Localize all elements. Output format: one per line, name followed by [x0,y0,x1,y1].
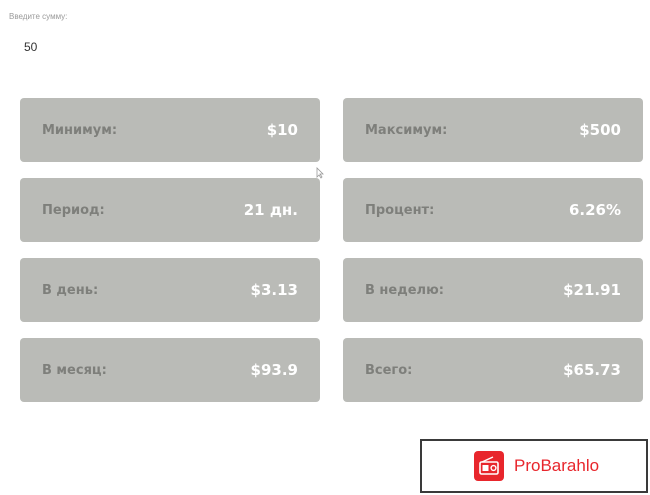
card-percent: Процент: 6.26% [343,178,643,242]
card-value: $500 [579,121,621,139]
card-label: Процент: [365,202,435,218]
card-per-day: В день: $3.13 [20,258,320,322]
card-period: Период: 21 дн. [20,178,320,242]
amount-label: Введите сумму: [9,12,68,21]
card-total: Всего: $65.73 [343,338,643,402]
card-value: $93.9 [250,361,298,379]
results-grid: Минимум: $10 Максимум: $500 Период: 21 д… [20,98,643,402]
radio-icon [474,451,504,481]
card-value: $21.91 [563,281,621,299]
calculator-page: Введите сумму: Минимум: $10 Максимум: $5… [0,0,650,495]
watermark-text: ProBarahlo [514,456,600,475]
card-per-week: В неделю: $21.91 [343,258,643,322]
card-label: Период: [42,202,105,218]
mouse-cursor-icon [316,167,324,179]
card-label: В неделю: [365,282,444,298]
card-maximum: Максимум: $500 [343,98,643,162]
amount-input[interactable] [18,36,330,58]
card-label: Минимум: [42,122,118,138]
card-label: Всего: [365,362,413,378]
card-minimum: Минимум: $10 [20,98,320,162]
card-value: $3.13 [250,281,298,299]
card-label: В день: [42,282,99,298]
card-label: В месяц: [42,362,107,378]
card-value: $10 [266,121,298,139]
watermark-badge: ProBarahlo [420,439,648,493]
card-value: 21 дн. [243,201,298,219]
card-value: $65.73 [563,361,621,379]
card-value: 6.26% [568,201,621,219]
card-label: Максимум: [365,122,448,138]
card-per-month: В месяц: $93.9 [20,338,320,402]
